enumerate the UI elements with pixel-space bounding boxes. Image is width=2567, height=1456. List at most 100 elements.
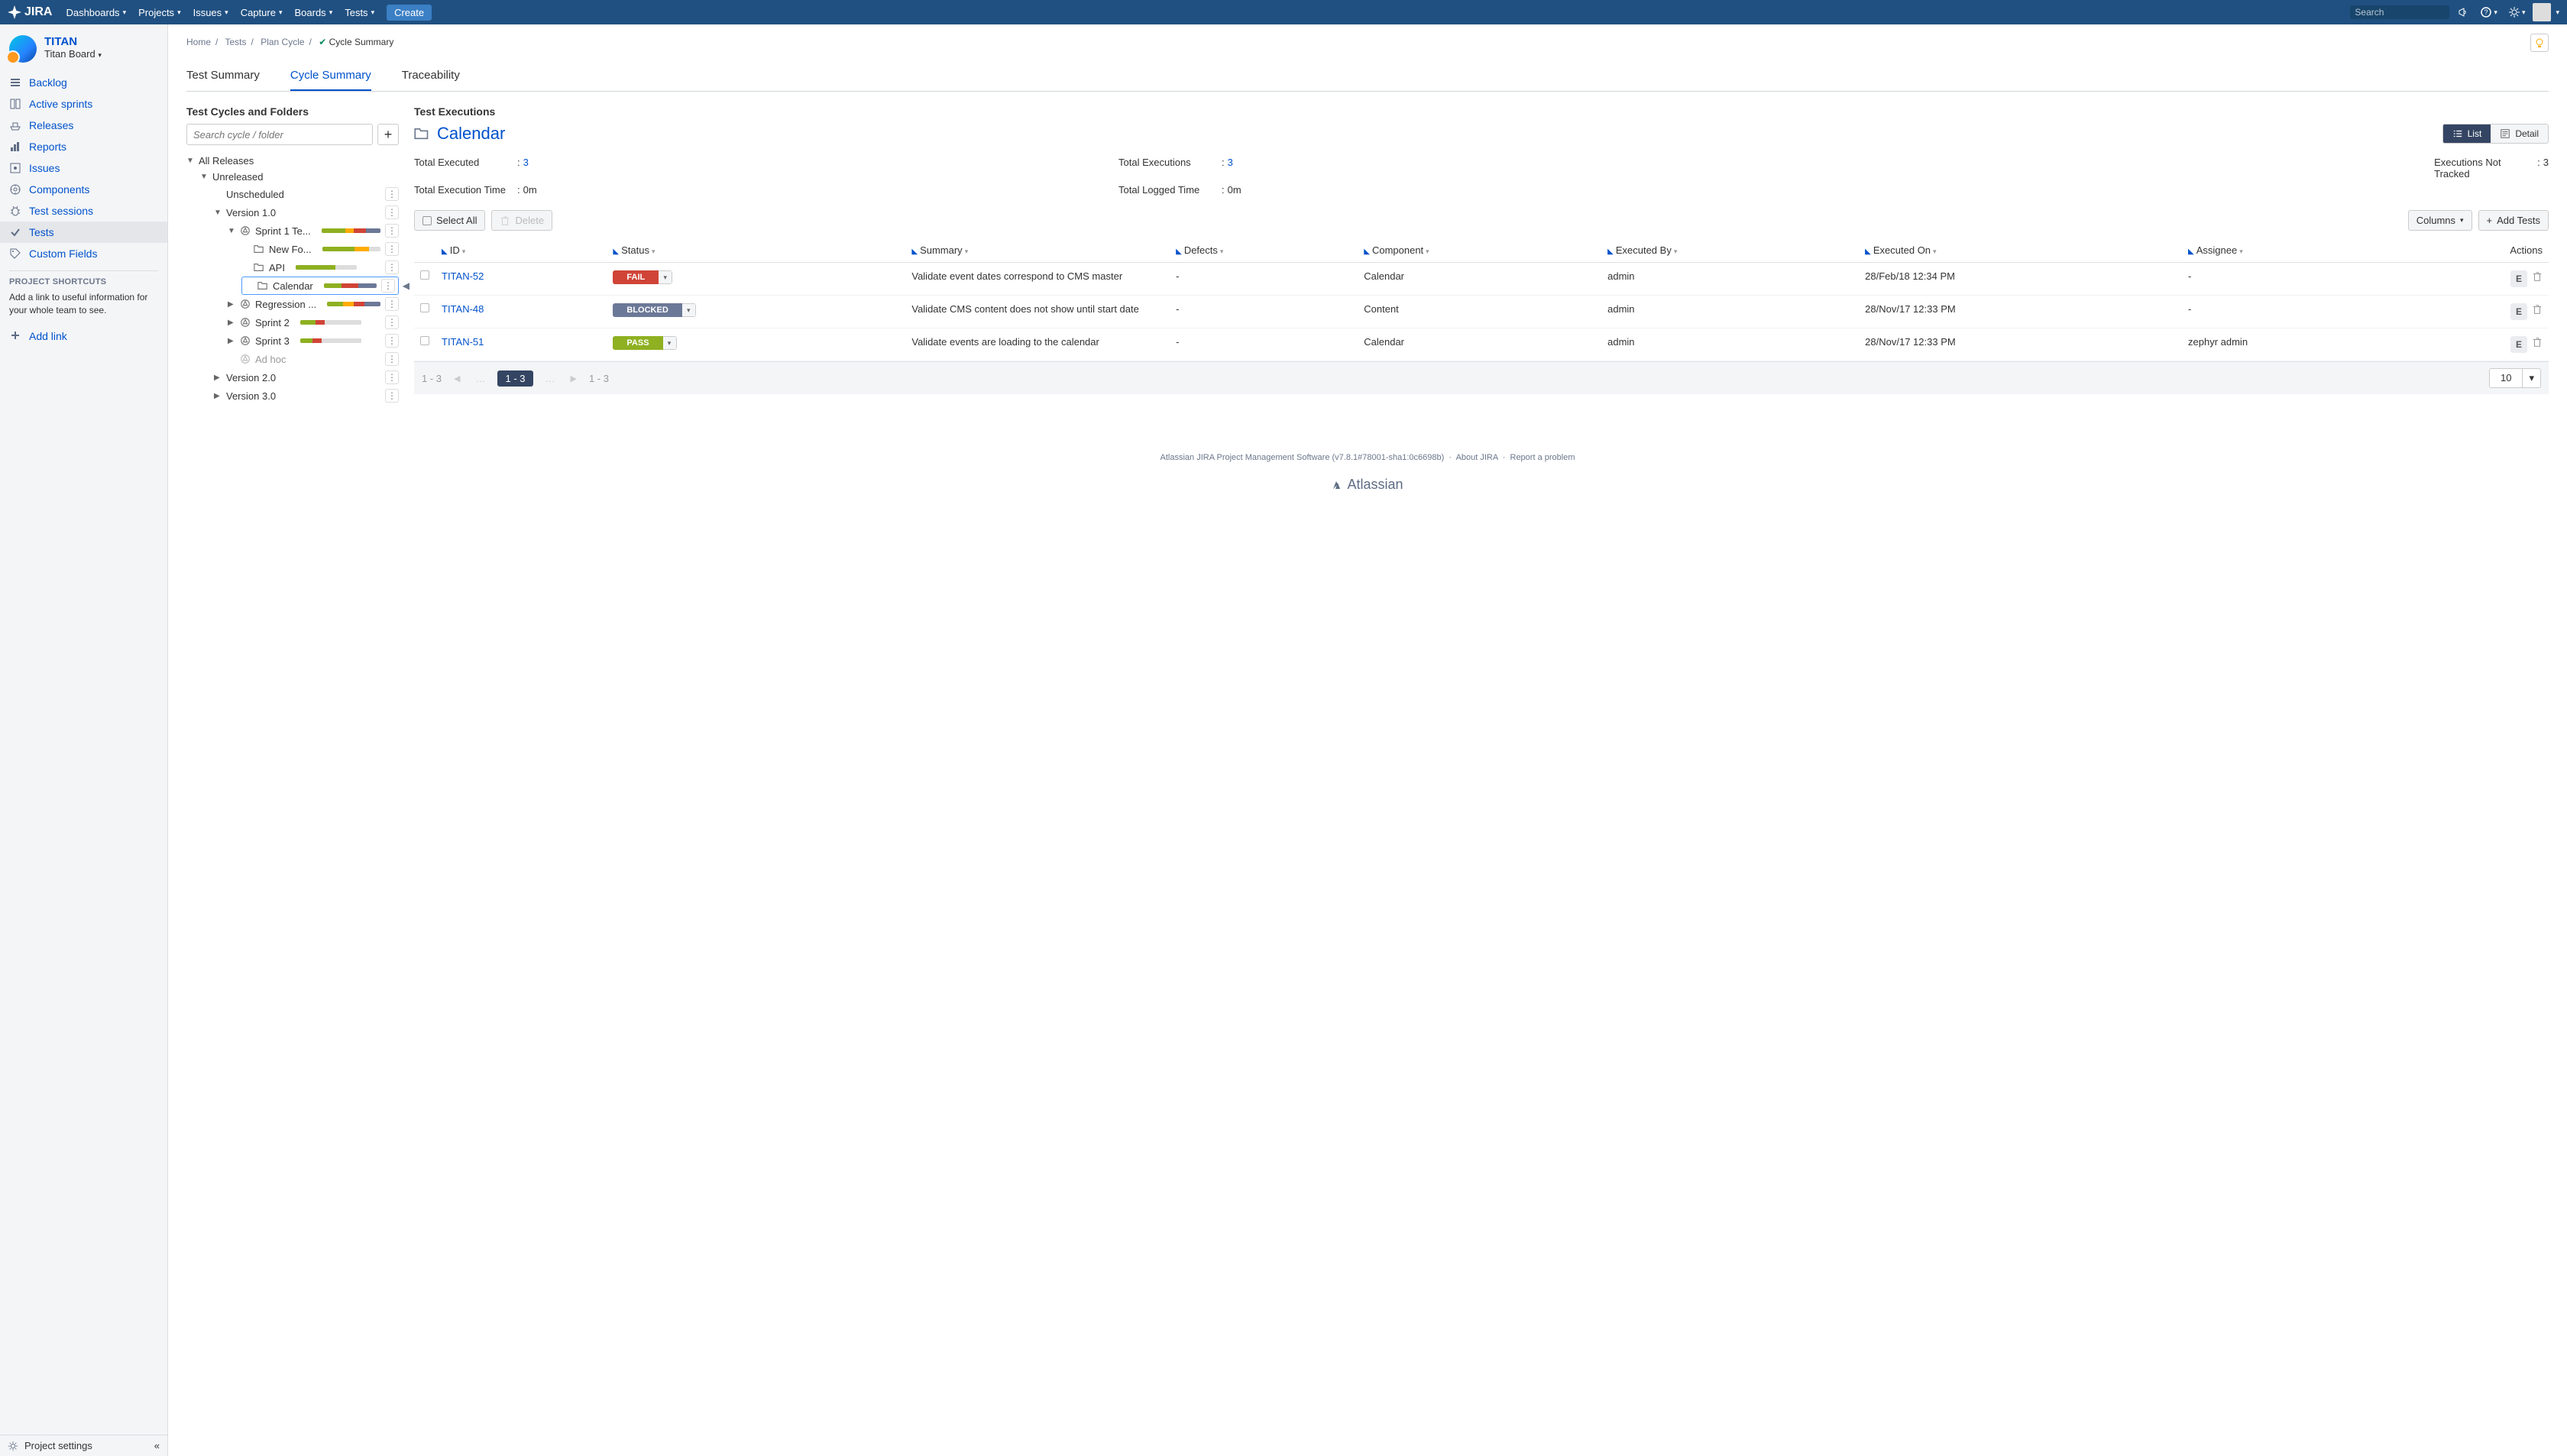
add-tests-button[interactable]: +Add Tests: [2478, 210, 2549, 231]
sidebar-item-components[interactable]: Components: [0, 179, 167, 200]
pager-last[interactable]: ▶: [568, 374, 580, 383]
col-defects[interactable]: ◣Defects▾: [1170, 238, 1358, 263]
tab-cycle-summary[interactable]: Cycle Summary: [290, 63, 371, 91]
execute-button[interactable]: E: [2510, 270, 2527, 287]
pin-icon[interactable]: ◣: [1865, 248, 1871, 256]
execute-button[interactable]: E: [2510, 303, 2527, 320]
sidebar-item-reports[interactable]: Reports: [0, 136, 167, 157]
tree-menu[interactable]: ⋮: [385, 205, 399, 219]
global-search[interactable]: [2350, 5, 2449, 19]
nav-boards[interactable]: Boards▾: [288, 0, 338, 24]
reveal-arrow[interactable]: ◀: [403, 280, 409, 291]
pager-current[interactable]: 1 - 3: [497, 370, 532, 387]
settings-icon[interactable]: ▾: [2505, 6, 2529, 18]
view-detail[interactable]: Detail: [2491, 125, 2548, 143]
tab-traceability[interactable]: Traceability: [402, 63, 460, 91]
tab-test-summary[interactable]: Test Summary: [186, 63, 260, 91]
col-id[interactable]: ◣ID▾: [435, 238, 607, 263]
table-row: TITAN-52 FAIL▾ Validate event dates corr…: [414, 263, 2549, 296]
tree-menu[interactable]: ⋮: [385, 187, 399, 201]
col-executed-on[interactable]: ◣Executed On▾: [1859, 238, 2182, 263]
pager-first[interactable]: ◀: [451, 374, 463, 383]
pager-next-ellipsis[interactable]: …: [542, 373, 558, 384]
pin-icon[interactable]: ◣: [442, 248, 448, 256]
pin-icon[interactable]: ◣: [1607, 248, 1614, 256]
delete-row[interactable]: [2532, 273, 2543, 284]
nav-dashboards[interactable]: Dashboards▾: [60, 0, 132, 24]
tree-menu[interactable]: ⋮: [385, 260, 399, 274]
sidebar-item-fields[interactable]: Custom Fields: [0, 243, 167, 264]
view-list[interactable]: List: [2443, 125, 2491, 143]
tree-search-input[interactable]: [186, 124, 373, 145]
project-avatar[interactable]: [9, 35, 37, 63]
create-button[interactable]: Create: [387, 5, 432, 21]
columns-button[interactable]: Columns ▾: [2408, 210, 2472, 231]
pin-icon[interactable]: ◣: [2188, 248, 2194, 256]
row-checkbox[interactable]: [420, 303, 429, 312]
feedback-icon[interactable]: [2454, 6, 2472, 18]
sidebar-item-sessions[interactable]: Test sessions: [0, 200, 167, 222]
add-link[interactable]: Add link: [0, 325, 167, 348]
pin-icon[interactable]: ◣: [1176, 248, 1182, 256]
tree-calendar[interactable]: ▶Calendar⋮: [241, 277, 399, 295]
tree-menu[interactable]: ⋮: [385, 315, 399, 329]
tree-menu[interactable]: ⋮: [385, 334, 399, 348]
tree-menu[interactable]: ⋮: [385, 297, 399, 311]
issue-link[interactable]: TITAN-48: [442, 303, 484, 315]
nav-issues[interactable]: Issues▾: [187, 0, 235, 24]
delete-button[interactable]: Delete: [491, 210, 552, 231]
per-page-select[interactable]: 10▾: [2489, 368, 2541, 388]
sidebar-collapse[interactable]: «: [154, 1440, 160, 1451]
tree-menu[interactable]: ⋮: [381, 279, 395, 293]
status-dropdown[interactable]: ▾: [659, 270, 672, 284]
add-cycle-button[interactable]: +: [377, 124, 399, 145]
help-icon[interactable]: ▾: [2477, 6, 2501, 18]
nav-capture[interactable]: Capture▾: [235, 0, 289, 24]
issue-link[interactable]: TITAN-51: [442, 336, 484, 348]
sidebar-item-tests[interactable]: Tests: [0, 222, 167, 243]
board-switcher[interactable]: Titan Board ▾: [44, 48, 102, 60]
pin-icon[interactable]: ◣: [613, 248, 619, 256]
row-checkbox[interactable]: [420, 336, 429, 345]
nav-projects[interactable]: Projects▾: [132, 0, 187, 24]
hint-bubble[interactable]: [2530, 34, 2549, 52]
select-all-button[interactable]: Select All: [414, 210, 485, 231]
status-dropdown[interactable]: ▾: [663, 336, 677, 350]
nav-tests[interactable]: Tests▾: [338, 0, 380, 24]
col-status[interactable]: ◣Status▾: [607, 238, 905, 263]
delete-row[interactable]: [2532, 338, 2543, 350]
about-link[interactable]: About JIRA: [1456, 453, 1498, 462]
tree-menu[interactable]: ⋮: [385, 389, 399, 403]
profile-avatar[interactable]: [2533, 3, 2551, 21]
pager: 1 - 3 ◀ … 1 - 3 … ▶ 1 - 3 10▾: [414, 361, 2549, 394]
tree-menu[interactable]: ⋮: [385, 224, 399, 238]
delete-row[interactable]: [2532, 306, 2543, 317]
sessions-icon: [9, 205, 21, 217]
sidebar-item-issues[interactable]: Issues: [0, 157, 167, 179]
status-dropdown[interactable]: ▾: [682, 303, 696, 317]
sidebar-item-releases[interactable]: Releases: [0, 115, 167, 136]
sidebar-item-backlog[interactable]: Backlog: [0, 72, 167, 93]
pager-prev-ellipsis[interactable]: …: [472, 373, 488, 384]
col-executed-by[interactable]: ◣Executed By▾: [1601, 238, 1859, 263]
folder-link[interactable]: Calendar: [437, 124, 505, 144]
execute-button[interactable]: E: [2510, 336, 2527, 353]
sidebar-item-sprints[interactable]: Active sprints: [0, 93, 167, 115]
atlassian-logo[interactable]: Atlassian: [186, 472, 2549, 497]
col-summary[interactable]: ◣Summary▾: [905, 238, 1170, 263]
stat-cell: Total Executed:3: [414, 154, 1118, 182]
report-link[interactable]: Report a problem: [1510, 453, 1575, 462]
col-actions[interactable]: Actions: [2408, 238, 2549, 263]
tree-menu[interactable]: ⋮: [385, 242, 399, 256]
tree-menu[interactable]: ⋮: [385, 352, 399, 366]
issue-link[interactable]: TITAN-52: [442, 270, 484, 282]
project-settings[interactable]: Project settings: [24, 1440, 92, 1451]
col-component[interactable]: ◣Component▾: [1358, 238, 1601, 263]
row-checkbox[interactable]: [420, 270, 429, 280]
pin-icon[interactable]: ◣: [1364, 248, 1370, 256]
pin-icon[interactable]: ◣: [911, 248, 918, 256]
project-name[interactable]: TITAN: [44, 35, 102, 48]
tree-menu[interactable]: ⋮: [385, 370, 399, 384]
jira-logo[interactable]: JIRA: [8, 5, 52, 19]
col-assignee[interactable]: ◣Assignee▾: [2182, 238, 2408, 263]
